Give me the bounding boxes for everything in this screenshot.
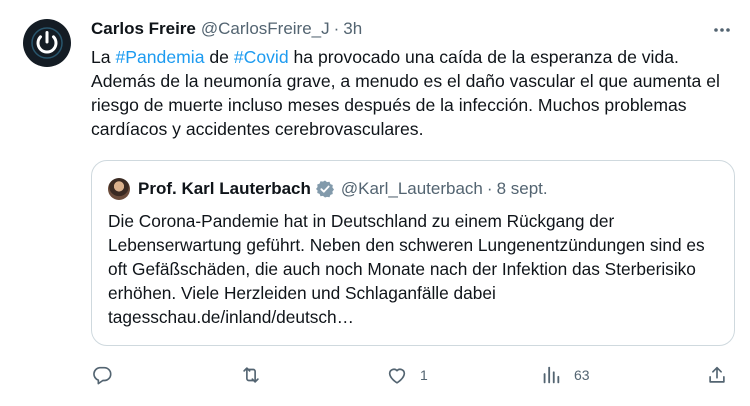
tweet-time[interactable]: 3h <box>343 19 362 39</box>
tweet-text: La #Pandemia de #Covid ha provocado una … <box>91 45 741 141</box>
reply-icon <box>93 366 112 385</box>
quoted-tweet[interactable]: Prof. Karl Lauterbach @Karl_Lauterbach ·… <box>91 160 735 346</box>
tweet-text-part: de <box>204 47 234 67</box>
separator-dot: · <box>486 179 493 198</box>
views-button[interactable]: 63 <box>540 360 590 390</box>
like-button[interactable]: 1 <box>386 360 428 390</box>
quoted-author-avatar[interactable] <box>108 178 130 200</box>
verified-badge-icon <box>315 179 335 199</box>
author-handle[interactable]: @CarlosFreire_J <box>201 19 330 39</box>
views-count: 63 <box>574 367 590 383</box>
retweet-button[interactable] <box>240 360 274 390</box>
separator-dot: · <box>333 19 340 38</box>
action-bar: 1 63 <box>0 360 750 390</box>
tweet-header: Carlos Freire @CarlosFreire_J · 3h <box>91 17 362 41</box>
power-icon <box>31 27 63 59</box>
tweet-text-part: La <box>91 47 116 67</box>
like-count: 1 <box>420 367 428 383</box>
more-horizontal-icon <box>714 28 730 32</box>
author-avatar[interactable] <box>23 19 71 67</box>
author-name[interactable]: Carlos Freire <box>91 19 196 39</box>
tweet[interactable]: Carlos Freire @CarlosFreire_J · 3h La #P… <box>0 0 750 406</box>
quoted-tweet-text: Die Corona-Pandemie hat in Deutschland z… <box>108 211 705 327</box>
quoted-author-name[interactable]: Prof. Karl Lauterbach <box>138 179 311 199</box>
hashtag-link[interactable]: #Covid <box>234 47 289 67</box>
reply-button[interactable] <box>91 360 125 390</box>
hashtag-link[interactable]: #Pandemia <box>115 47 204 67</box>
share-button[interactable] <box>706 360 740 390</box>
retweet-icon <box>243 367 259 383</box>
quoted-date[interactable]: 8 sept. <box>497 179 548 199</box>
views-icon <box>543 366 560 384</box>
quoted-author-handle[interactable]: @Karl_Lauterbach <box>341 179 483 199</box>
share-icon <box>709 366 725 383</box>
heart-icon <box>388 368 406 384</box>
more-button[interactable] <box>708 16 736 44</box>
quoted-tweet-header: Prof. Karl Lauterbach @Karl_Lauterbach ·… <box>108 177 548 201</box>
